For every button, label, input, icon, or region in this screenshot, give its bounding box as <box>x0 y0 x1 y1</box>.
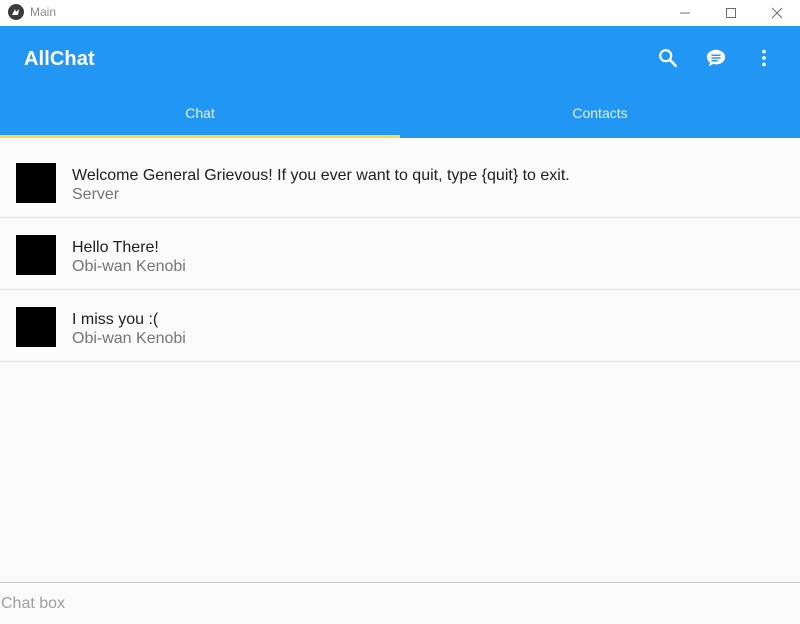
window-title: Main <box>30 5 57 19</box>
search-button[interactable] <box>654 44 682 72</box>
app-title: AllChat <box>24 48 95 70</box>
message-text: Welcome General Grievous! If you ever wa… <box>72 167 570 184</box>
message-text: I miss you :( <box>72 311 159 328</box>
close-button[interactable] <box>754 0 800 26</box>
avatar <box>16 235 56 275</box>
message-text: Hello There! <box>72 239 159 256</box>
app-bar: AllChat Chat Contacts <box>0 26 800 138</box>
more-options-button[interactable] <box>750 44 778 72</box>
window-titlebar: Main <box>0 0 800 26</box>
kivy-logo-icon <box>8 4 24 20</box>
chat-input[interactable] <box>0 583 800 623</box>
avatar <box>16 163 56 203</box>
more-vert-icon <box>762 49 766 67</box>
tab-bar: Chat Contacts <box>0 88 800 138</box>
minimize-button[interactable] <box>662 0 708 26</box>
close-icon <box>771 7 783 19</box>
message-sender: Obi-wan Kenobi <box>72 330 186 347</box>
message-sender: Server <box>72 186 120 203</box>
tab-contacts-label: Contacts <box>572 105 628 121</box>
minimize-icon <box>680 12 690 14</box>
tab-chat[interactable]: Chat <box>0 88 400 138</box>
chat-box <box>0 582 800 624</box>
list-item[interactable]: Hello There! Obi-wan Kenobi <box>0 218 800 290</box>
list-item[interactable]: Welcome General Grievous! If you ever wa… <box>0 146 800 218</box>
tab-contacts[interactable]: Contacts <box>400 88 800 138</box>
search-icon <box>659 49 678 68</box>
tab-indicator <box>0 135 400 138</box>
chat-bubble-icon <box>706 49 726 67</box>
message-sender: Obi-wan Kenobi <box>72 258 186 275</box>
new-chat-button[interactable] <box>702 44 730 72</box>
maximize-button[interactable] <box>708 0 754 26</box>
tab-chat-label: Chat <box>185 105 215 121</box>
avatar <box>16 307 56 347</box>
maximize-icon <box>726 8 736 18</box>
list-item[interactable]: I miss you :( Obi-wan Kenobi <box>0 290 800 362</box>
